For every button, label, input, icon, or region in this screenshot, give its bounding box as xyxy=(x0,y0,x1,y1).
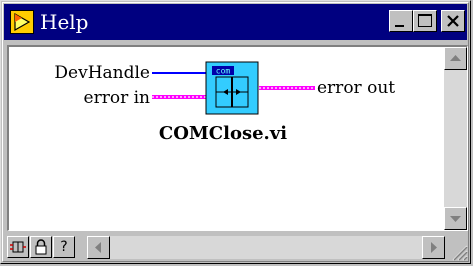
simple-diagram-help-button[interactable] xyxy=(7,236,29,258)
close-button[interactable] xyxy=(441,10,465,32)
maximize-icon xyxy=(418,14,432,27)
lock-icon xyxy=(35,239,47,255)
resize-grip-icon[interactable] xyxy=(448,241,468,261)
input-label-error-in: error in xyxy=(84,88,151,108)
scroll-right-button[interactable] xyxy=(422,236,445,259)
scroll-down-button[interactable] xyxy=(444,207,467,230)
title-bar[interactable]: Help xyxy=(4,4,467,40)
scroll-left-button[interactable] xyxy=(87,236,110,259)
diagram-help-icon xyxy=(10,241,26,253)
help-toolbar: ? xyxy=(7,233,468,261)
lock-help-button[interactable] xyxy=(30,236,52,258)
comclose-vi-icon: com xyxy=(205,61,259,115)
window-title: Help xyxy=(40,10,89,34)
vertical-scrollbar[interactable] xyxy=(444,47,467,230)
output-label-error-out: error out xyxy=(317,78,395,98)
online-help-button[interactable]: ? xyxy=(53,236,75,258)
arrow-left-icon xyxy=(95,242,101,253)
minimize-icon xyxy=(395,25,404,27)
maximize-button[interactable] xyxy=(413,10,437,32)
help-window: Help com DevHandle error in error out CO… xyxy=(0,0,471,264)
svg-text:com: com xyxy=(216,67,231,76)
vi-name: COMClose.vi xyxy=(159,123,287,144)
arrow-right-icon xyxy=(431,242,437,253)
question-icon: ? xyxy=(60,239,68,255)
scroll-up-button[interactable] xyxy=(444,47,467,70)
labview-app-icon[interactable] xyxy=(10,10,34,34)
minimize-button[interactable] xyxy=(389,10,413,32)
horizontal-scrollbar[interactable] xyxy=(87,236,445,259)
close-icon xyxy=(447,15,459,27)
input-label-devhandle: DevHandle xyxy=(54,63,150,83)
arrow-up-icon xyxy=(450,55,461,61)
arrow-down-icon xyxy=(450,216,461,222)
help-content-pane: com DevHandle error in error out COMClos… xyxy=(7,45,468,231)
vi-connector-diagram: com DevHandle error in error out COMClos… xyxy=(54,61,395,144)
